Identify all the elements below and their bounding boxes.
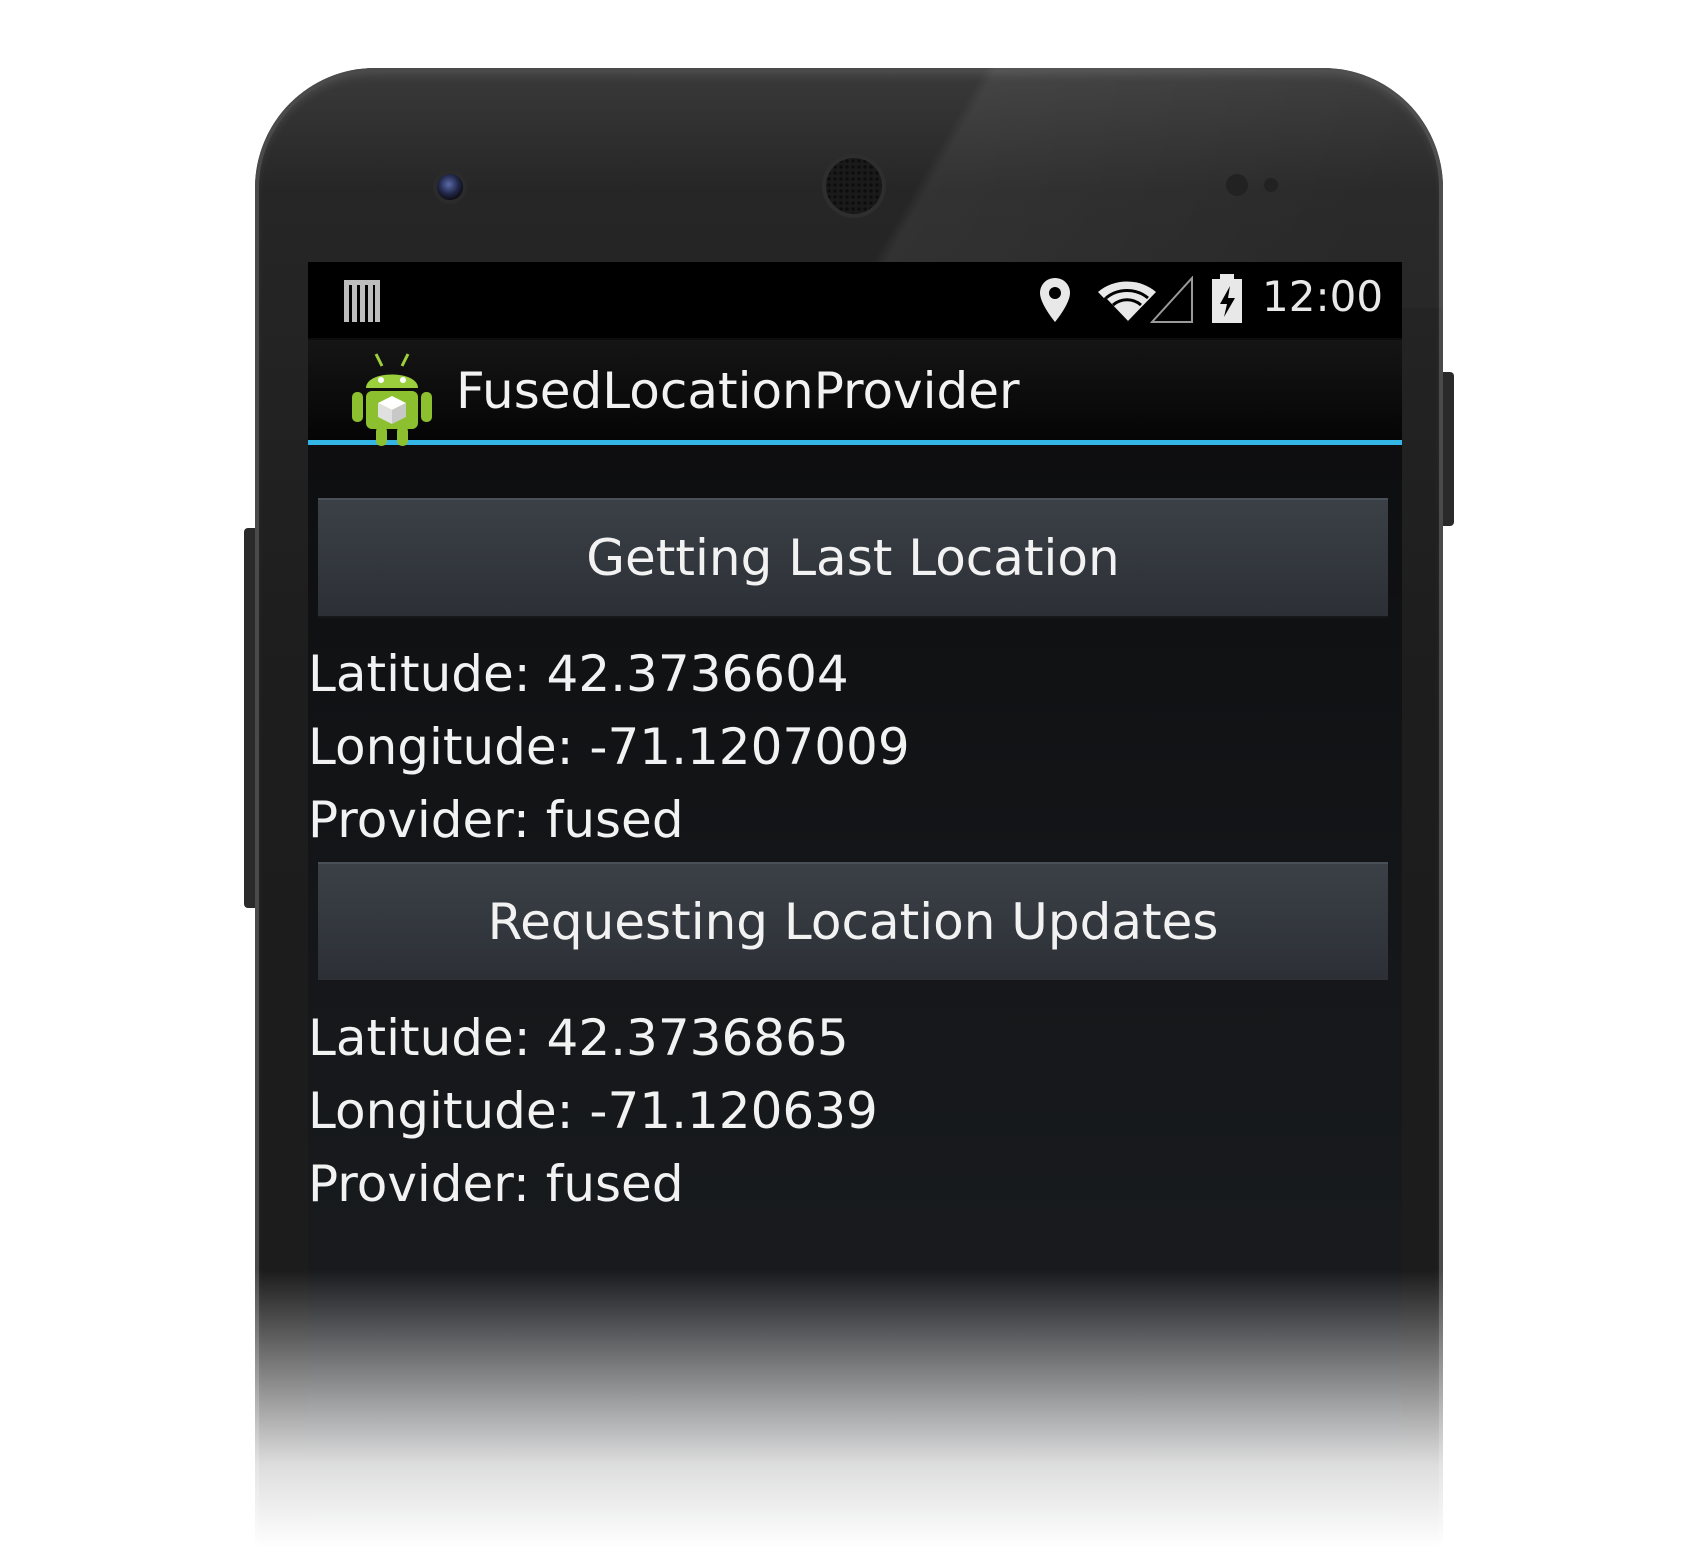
earpiece-speaker [826, 158, 882, 214]
notification-bars-icon[interactable] [344, 280, 380, 322]
updated-latitude: Latitude: 42.3736865 [308, 1009, 849, 1067]
light-sensor [1264, 178, 1278, 192]
proximity-sensor [1226, 174, 1248, 196]
status-bar: 12:00 [308, 262, 1402, 338]
signal-icon [1150, 276, 1193, 323]
app-title: FusedLocationProvider [456, 362, 1020, 420]
last-longitude: Longitude: -71.1207009 [308, 718, 910, 776]
updated-longitude: Longitude: -71.120639 [308, 1082, 878, 1140]
request-location-updates-button[interactable]: Requesting Location Updates [318, 862, 1388, 982]
page: 12:00 FusedLocationProvider Getting Last… [0, 0, 1690, 1548]
last-location-info: Latitude: 42.3736604 Longitude: -71.1207… [308, 638, 910, 857]
screen: 12:00 FusedLocationProvider Getting Last… [308, 262, 1402, 1548]
last-latitude: Latitude: 42.3736604 [308, 645, 849, 703]
front-camera [437, 174, 463, 200]
updated-location-info: Latitude: 42.3736865 Longitude: -71.1206… [308, 1002, 878, 1221]
wifi-icon [1098, 281, 1156, 324]
updated-provider: Provider: fused [308, 1155, 684, 1213]
battery-charging-icon [1212, 274, 1242, 323]
status-clock: 12:00 [1262, 272, 1384, 321]
last-provider: Provider: fused [308, 791, 684, 849]
get-last-location-button[interactable]: Getting Last Location [318, 498, 1388, 618]
action-bar: FusedLocationProvider [308, 340, 1402, 448]
location-icon [1040, 278, 1070, 322]
android-robot-icon[interactable] [350, 350, 434, 448]
